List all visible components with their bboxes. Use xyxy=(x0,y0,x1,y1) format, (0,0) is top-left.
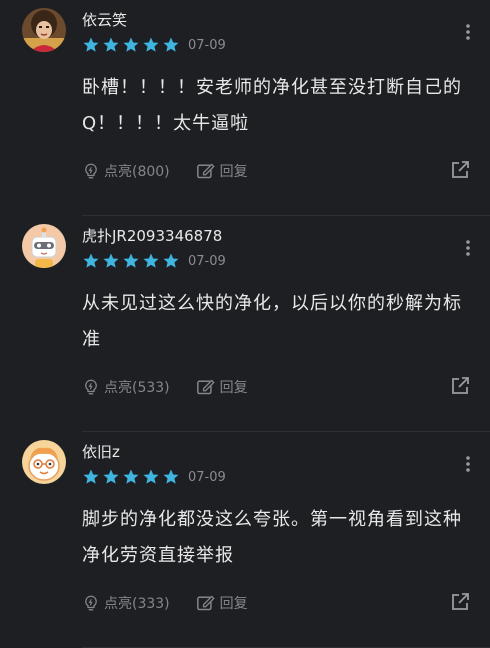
reply-label: 回复 xyxy=(219,164,248,180)
comment-actions: 点亮(333) 回复 xyxy=(82,592,274,614)
star-rating xyxy=(82,468,180,486)
comment-date: 07-09 xyxy=(188,253,226,269)
comment-item: 依云笑 07-09 卧槽！！！！安老师的净化甚至没打断自己的Q！！！！太牛逼啦 … xyxy=(0,0,490,216)
portrait-photo-avatar-icon xyxy=(22,8,66,52)
comment-text: 脚步的净化都没这么夸张。第一视角看到这种净化劳资直接举报 xyxy=(82,509,462,566)
rating-row: 07-09 xyxy=(82,252,226,270)
comment-date: 07-09 xyxy=(188,469,226,485)
reply-button[interactable]: 回复 xyxy=(196,161,248,181)
reply-button[interactable]: 回复 xyxy=(196,593,248,613)
like-label: 点亮(800) xyxy=(104,164,170,180)
star-icon xyxy=(122,36,140,54)
lightbulb-icon xyxy=(85,379,97,395)
username[interactable]: 依旧z xyxy=(82,441,120,462)
comment-text: 卧槽！！！！安老师的净化甚至没打断自己的Q！！！！太牛逼啦 xyxy=(82,77,462,134)
like-button[interactable]: 点亮(333) xyxy=(82,593,170,613)
more-options-icon[interactable] xyxy=(464,238,472,258)
star-icon xyxy=(102,252,120,270)
lightbulb-icon xyxy=(85,163,97,179)
star-icon xyxy=(122,468,140,486)
star-icon xyxy=(82,468,100,486)
edit-icon xyxy=(196,163,215,179)
star-rating xyxy=(82,252,180,270)
avatar[interactable] xyxy=(22,224,66,268)
more-options-icon[interactable] xyxy=(464,454,472,474)
reply-button[interactable]: 回复 xyxy=(196,377,248,397)
star-icon xyxy=(122,252,140,270)
like-button[interactable]: 点亮(800) xyxy=(82,161,170,181)
more-options-icon[interactable] xyxy=(464,22,472,42)
star-rating xyxy=(82,36,180,54)
like-label: 点亮(333) xyxy=(104,596,170,612)
star-icon xyxy=(162,36,180,54)
comment-date: 07-09 xyxy=(188,37,226,53)
comment-item: 依旧z 07-09 脚步的净化都没这么夸张。第一视角看到这种净化劳资直接举报 点… xyxy=(0,432,490,648)
comment-item: 虎扑JR2093346878 07-09 从未见过这么快的净化，以后以你的秒解为… xyxy=(0,216,490,432)
avatar[interactable] xyxy=(22,8,66,52)
star-icon xyxy=(162,468,180,486)
star-icon xyxy=(142,36,160,54)
star-icon xyxy=(102,36,120,54)
star-icon xyxy=(102,468,120,486)
username[interactable]: 虎扑JR2093346878 xyxy=(82,225,222,246)
edit-icon xyxy=(196,595,215,611)
username[interactable]: 依云笑 xyxy=(82,9,127,30)
star-icon xyxy=(142,252,160,270)
share-icon[interactable] xyxy=(450,592,470,612)
edit-icon xyxy=(196,379,215,395)
star-icon xyxy=(142,468,160,486)
star-icon xyxy=(82,252,100,270)
star-icon xyxy=(162,252,180,270)
cartoon-face-avatar-icon xyxy=(22,440,66,484)
reply-label: 回复 xyxy=(219,380,248,396)
star-icon xyxy=(82,36,100,54)
share-icon[interactable] xyxy=(450,376,470,396)
comment-actions: 点亮(533) 回复 xyxy=(82,376,274,398)
comment-actions: 点亮(800) 回复 xyxy=(82,160,274,182)
reply-label: 回复 xyxy=(219,596,248,612)
avatar[interactable] xyxy=(22,440,66,484)
like-label: 点亮(533) xyxy=(104,380,170,396)
rating-row: 07-09 xyxy=(82,36,226,54)
lightbulb-icon xyxy=(85,595,97,611)
comment-text: 从未见过这么快的净化，以后以你的秒解为标准 xyxy=(82,293,462,350)
robot-avatar-icon xyxy=(22,224,66,268)
like-button[interactable]: 点亮(533) xyxy=(82,377,170,397)
rating-row: 07-09 xyxy=(82,468,226,486)
share-icon[interactable] xyxy=(450,160,470,180)
